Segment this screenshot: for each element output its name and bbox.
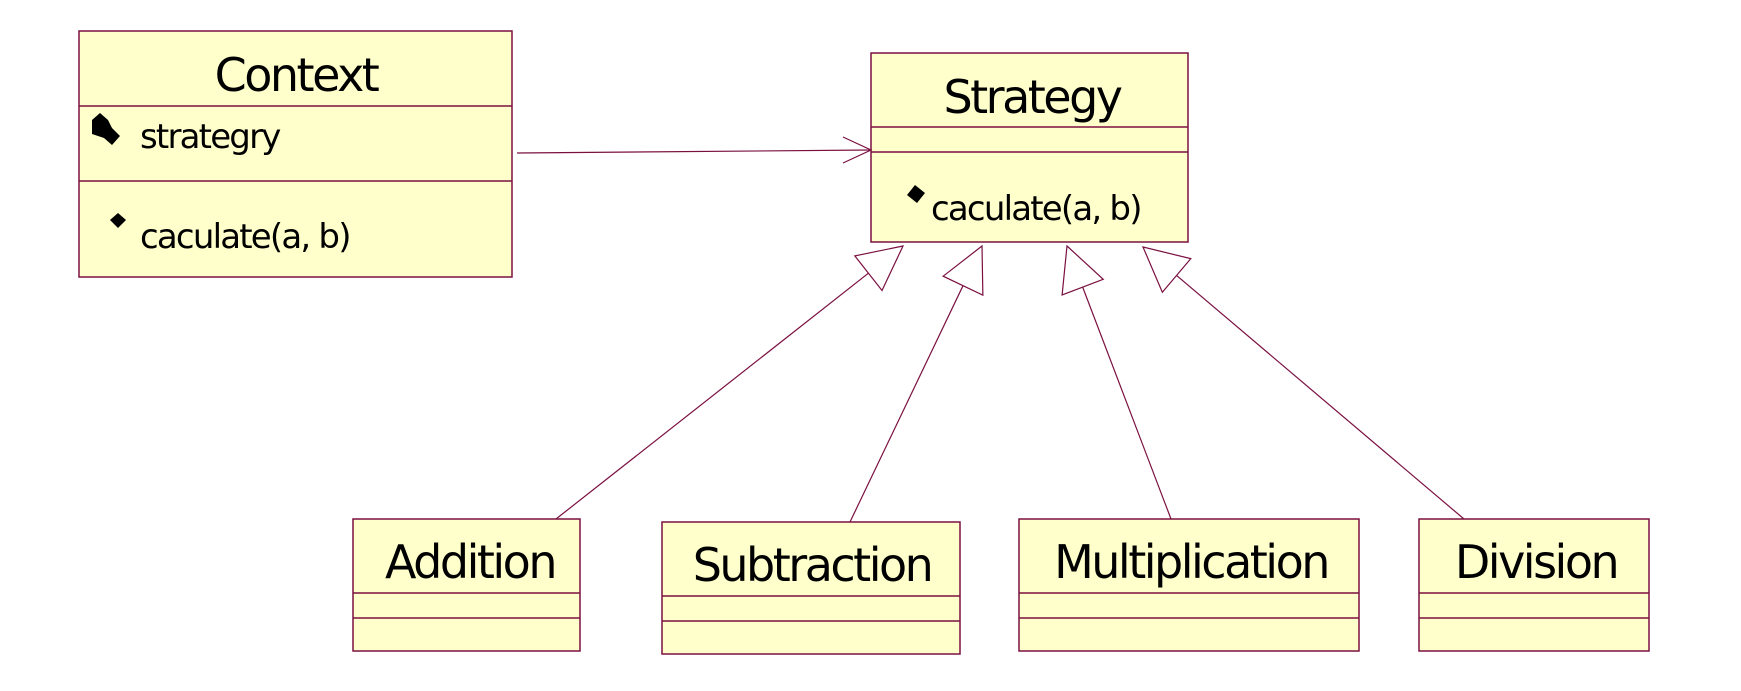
class-multiplication[interactable]: Multiplication (1018, 518, 1360, 652)
generalization-line (1082, 286, 1172, 520)
uml-class-diagram: Context strategry caculate(a, b) Strateg… (78, 30, 1650, 655)
class-name: Addition (385, 535, 555, 589)
class-strategy[interactable]: Strategy caculate(a, b) (870, 52, 1189, 243)
class-name: Multiplication (1054, 535, 1328, 589)
generalization-line (555, 272, 869, 520)
attribute-label: strategry (140, 117, 281, 157)
hollow-triangle-arrowhead-icon (853, 245, 905, 292)
class-division[interactable]: Division (1418, 518, 1650, 652)
class-name: Division (1455, 535, 1617, 589)
class-name: Context (215, 48, 379, 102)
hollow-triangle-arrowhead-icon (942, 244, 984, 297)
hollow-triangle-arrowhead-icon (1061, 244, 1105, 296)
class-subtraction[interactable]: Subtraction (661, 521, 961, 655)
class-context[interactable]: Context strategry caculate(a, b) (78, 30, 513, 278)
association-line (516, 149, 872, 154)
operation-label: caculate(a, b) (931, 189, 1141, 229)
class-addition[interactable]: Addition (352, 518, 581, 652)
generalization-line (1176, 274, 1465, 520)
class-name: Strategy (943, 70, 1121, 124)
class-name: Subtraction (693, 538, 932, 592)
operation-label: caculate(a, b) (140, 217, 350, 257)
generalization-line (849, 285, 964, 523)
hollow-triangle-arrowhead-icon (1141, 246, 1192, 294)
